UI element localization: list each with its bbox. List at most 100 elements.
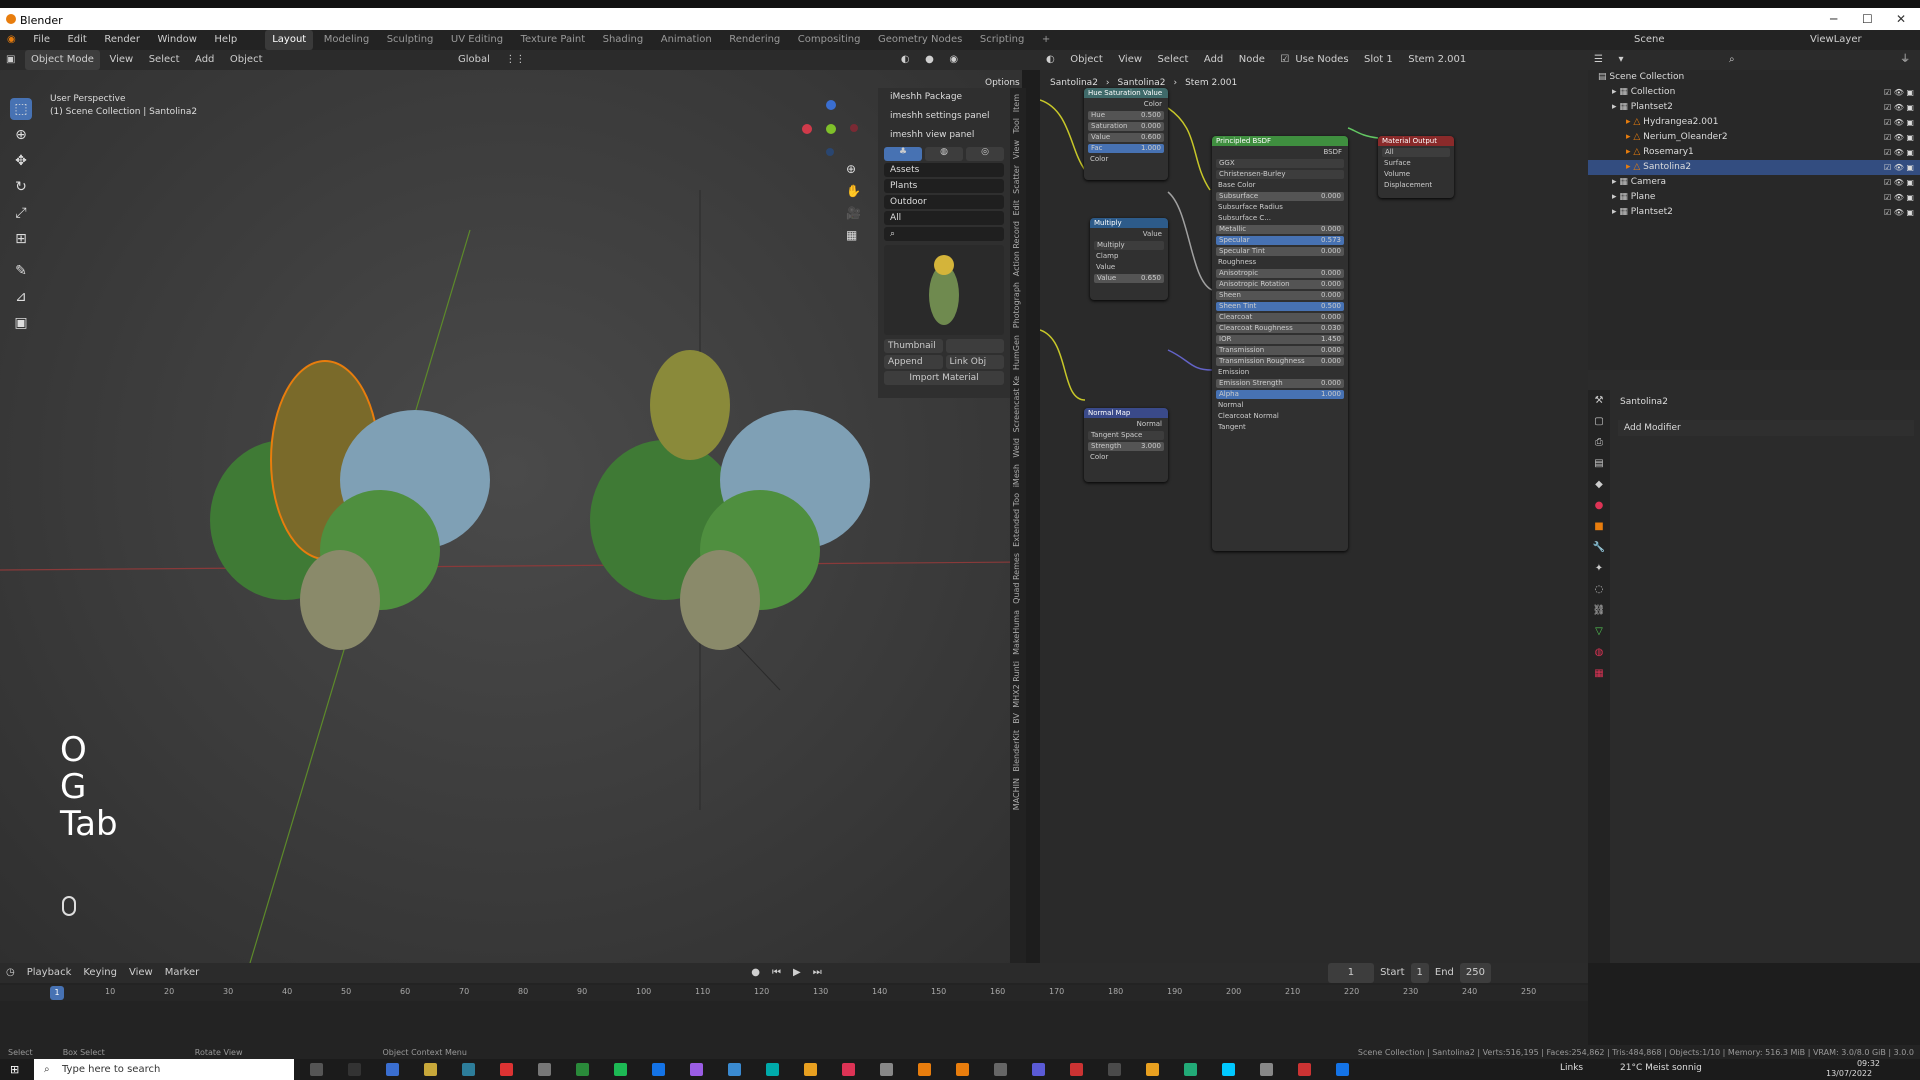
- overlay-icon[interactable]: ◐: [895, 50, 916, 70]
- timeline-menu-marker[interactable]: Marker: [159, 963, 206, 983]
- add-workspace-icon[interactable]: +: [1035, 30, 1057, 50]
- outliner-type-icon[interactable]: ☰: [1588, 50, 1609, 70]
- material-tab-icon[interactable]: ◍: [1588, 642, 1610, 663]
- asset-type-hdri-icon[interactable]: ◎: [966, 147, 1004, 161]
- mode-selector[interactable]: Object Mode: [24, 50, 100, 70]
- import-material-button[interactable]: Import Material: [884, 371, 1004, 385]
- outliner-item[interactable]: ▸ ▦ Plantset2 ☑ 👁 ▣: [1588, 100, 1920, 115]
- plant-cluster-left[interactable]: [200, 320, 510, 670]
- asset-type-material-icon[interactable]: ◍: [925, 147, 963, 161]
- add-cube-tool-icon[interactable]: ▣: [10, 312, 32, 334]
- taskbar-app-icon[interactable]: [994, 1063, 1007, 1076]
- object-tab-icon[interactable]: ■: [1588, 516, 1610, 537]
- bsdf-field[interactable]: Anisotropic Rotation 0.000: [1216, 280, 1344, 289]
- sidebar-tab[interactable]: MakeHuma: [1012, 610, 1021, 655]
- taskbar-app-icon[interactable]: [1070, 1063, 1083, 1076]
- node-menu-select[interactable]: Select: [1152, 50, 1195, 70]
- camera-view-icon[interactable]: 🎥: [846, 206, 861, 220]
- sidebar-tab[interactable]: View: [1012, 140, 1021, 159]
- node-editor-type-icon[interactable]: ◐: [1040, 50, 1061, 70]
- sidebar-tab[interactable]: HumGen: [1012, 335, 1021, 370]
- bsdf-field[interactable]: Transmission 0.000: [1216, 346, 1344, 355]
- timeline-menu-playback[interactable]: Playback: [21, 963, 78, 983]
- view-layer-tab-icon[interactable]: ▤: [1588, 453, 1610, 474]
- tab-compositing[interactable]: Compositing: [791, 30, 868, 50]
- annotate-tool-icon[interactable]: ✎: [10, 260, 32, 282]
- bsdf-field[interactable]: Emission Strength 0.000: [1216, 379, 1344, 388]
- taskbar-app-icon[interactable]: [538, 1063, 551, 1076]
- particles-tab-icon[interactable]: ✦: [1588, 558, 1610, 579]
- visibility-toggle-icon[interactable]: ☑ 👁 ▣: [1884, 85, 1914, 100]
- taskbar-app-icon[interactable]: [1032, 1063, 1045, 1076]
- dropdown-assets[interactable]: Assets: [884, 163, 1004, 177]
- move-tool-icon[interactable]: ✥: [10, 150, 32, 172]
- taskbar-app-icon[interactable]: [1298, 1063, 1311, 1076]
- orientation-selector[interactable]: Global: [452, 50, 496, 70]
- menu-file[interactable]: File: [26, 30, 57, 50]
- sidebar-tab[interactable]: Weld: [1012, 438, 1021, 458]
- outliner-item[interactable]: ▸ ▦ Plane ☑ 👁 ▣: [1588, 190, 1920, 205]
- maximize-icon[interactable]: ☐: [1862, 12, 1873, 26]
- tab-uv-editing[interactable]: UV Editing: [444, 30, 510, 50]
- node-field[interactable]: All: [1382, 148, 1450, 157]
- taskbar-app-icon[interactable]: [918, 1063, 931, 1076]
- sidebar-tab[interactable]: Scatter: [1012, 165, 1021, 194]
- tool-tab-icon[interactable]: ⚒: [1588, 390, 1610, 411]
- data-tab-icon[interactable]: ▽: [1588, 621, 1610, 642]
- outliner-item[interactable]: ▸ △ Nerium_Oleander2 ☑ 👁 ▣: [1588, 130, 1920, 145]
- shading-solid-icon[interactable]: ●: [919, 50, 940, 70]
- tab-geometry-nodes[interactable]: Geometry Nodes: [871, 30, 969, 50]
- taskbar-app-icon[interactable]: [1222, 1063, 1235, 1076]
- scene-selector[interactable]: Scene: [1628, 30, 1671, 50]
- sidebar-tab[interactable]: BlenderKit: [1012, 730, 1021, 772]
- sidebar-tab[interactable]: Screencast Ke: [1012, 376, 1021, 432]
- taskbar-app-icon[interactable]: [652, 1063, 665, 1076]
- bsdf-field[interactable]: Anisotropic 0.000: [1216, 269, 1344, 278]
- thumbnail-button[interactable]: Thumbnail: [884, 339, 943, 353]
- navigation-gizmo[interactable]: [800, 100, 860, 160]
- node-principled-bsdf[interactable]: Principled BSDF BSDF GGX Christensen-Bur…: [1212, 136, 1348, 551]
- timeline-menu-view[interactable]: View: [123, 963, 159, 983]
- editor-type-icon[interactable]: ▣: [0, 50, 21, 70]
- taskbar-app-icon[interactable]: [1146, 1063, 1159, 1076]
- physics-tab-icon[interactable]: ◌: [1588, 579, 1610, 600]
- taskbar-app-icon[interactable]: [1260, 1063, 1273, 1076]
- taskbar-app-icon[interactable]: [804, 1063, 817, 1076]
- append-button[interactable]: Append: [884, 355, 943, 369]
- tab-shading[interactable]: Shading: [596, 30, 651, 50]
- use-nodes-checkbox[interactable]: ☑: [1274, 50, 1295, 70]
- node-menu-view[interactable]: View: [1112, 50, 1148, 70]
- blender-menu-icon[interactable]: ◉: [0, 30, 23, 50]
- asset-thumbnail[interactable]: [884, 245, 1004, 335]
- blend-button[interactable]: [945, 339, 1004, 353]
- visibility-toggle-icon[interactable]: ☑ 👁 ▣: [1884, 100, 1914, 115]
- outliner-item[interactable]: ▤ Scene Collection: [1588, 70, 1920, 85]
- visibility-toggle-icon[interactable]: ☑ 👁 ▣: [1884, 160, 1914, 175]
- node-material-output[interactable]: Material Output All Surface Volume Displ…: [1378, 136, 1454, 198]
- transform-tool-icon[interactable]: ⊞: [10, 228, 32, 250]
- scale-tool-icon[interactable]: ⤢: [10, 202, 32, 224]
- outliner-item[interactable]: ▸ △ Hydrangea2.001 ☑ 👁 ▣: [1588, 115, 1920, 130]
- taskbar-app-icon[interactable]: [500, 1063, 513, 1076]
- node-menu-node[interactable]: Node: [1233, 50, 1271, 70]
- current-frame-field[interactable]: 1: [1327, 963, 1375, 983]
- material-selector[interactable]: Stem 2.001: [1402, 50, 1472, 70]
- dropdown-outdoor[interactable]: Outdoor: [884, 195, 1004, 209]
- add-modifier-button[interactable]: Add Modifier: [1618, 420, 1914, 436]
- sidebar-tab[interactable]: BV: [1012, 713, 1021, 724]
- bsdf-field[interactable]: Sheen Tint 0.500: [1216, 302, 1344, 311]
- viewport-menu-view[interactable]: View: [103, 50, 139, 70]
- viewlayer-selector[interactable]: ViewLayer: [1804, 30, 1868, 50]
- taskbar-weather[interactable]: 21°C Meist sonnig: [1620, 1063, 1702, 1073]
- windows-start-icon[interactable]: ⊞: [10, 1063, 19, 1076]
- constraints-tab-icon[interactable]: ⛓: [1588, 600, 1610, 621]
- bsdf-field[interactable]: Transmission Roughness 0.000: [1216, 357, 1344, 366]
- visibility-toggle-icon[interactable]: ☑ 👁 ▣: [1884, 190, 1914, 205]
- sidebar-tab[interactable]: Extended Too: [1012, 493, 1021, 547]
- viewport-options-button[interactable]: Options: [985, 78, 1020, 88]
- snap-icon[interactable]: ⋮⋮: [499, 50, 531, 70]
- taskbar-app-icon[interactable]: [1108, 1063, 1121, 1076]
- 3d-viewport[interactable]: ⬚ ⊕ ✥ ↻ ⤢ ⊞ ✎ ⊿ ▣ User Perspective (1) S…: [0, 70, 1022, 963]
- menu-window[interactable]: Window: [150, 30, 203, 50]
- jump-start-icon[interactable]: ⏮: [766, 963, 787, 983]
